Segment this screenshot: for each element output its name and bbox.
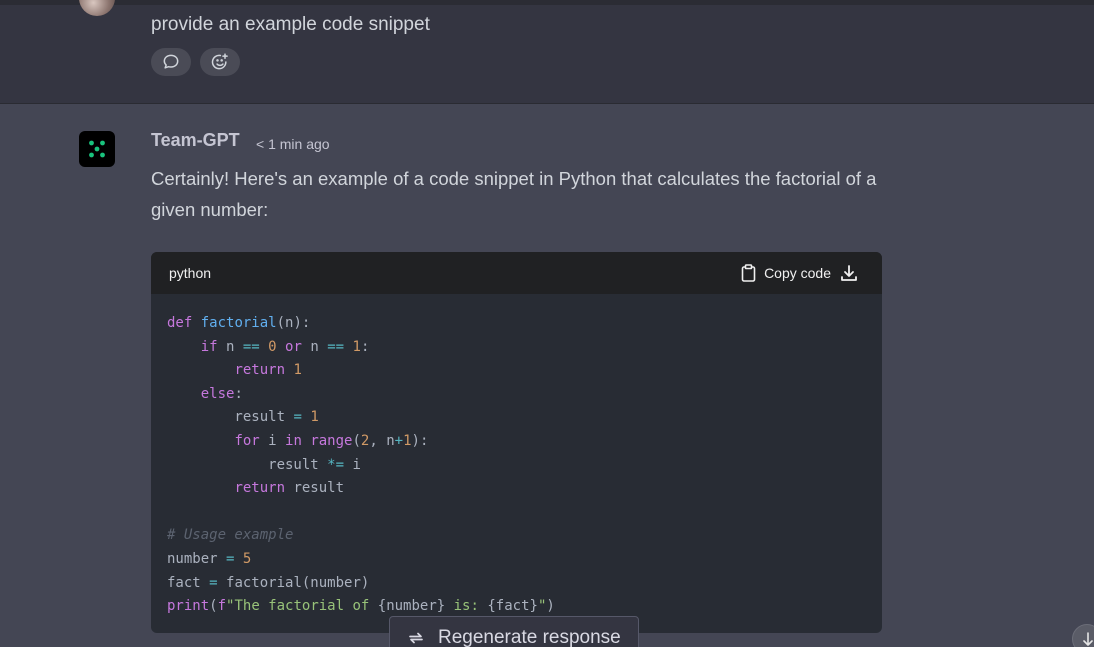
user-message-text: provide an example code snippet xyxy=(151,14,430,35)
regenerate-icon xyxy=(409,632,423,644)
comment-icon xyxy=(163,54,179,69)
comment-button[interactable] xyxy=(151,48,191,76)
clipboard-icon xyxy=(741,264,756,282)
team-gpt-logo-icon xyxy=(89,140,105,158)
assistant-name: Team-GPT xyxy=(151,130,240,150)
download-icon xyxy=(841,265,857,281)
code-content: def factorial(n): if n == 0 or n == 1: r… xyxy=(167,315,555,615)
code-block: python Copy code def factorial(n): if n … xyxy=(151,252,882,633)
code-block-header: python Copy code xyxy=(151,252,882,294)
regenerate-label: Regenerate response xyxy=(438,627,621,647)
copy-code-button[interactable]: Copy code xyxy=(741,264,831,282)
code-language-label: python xyxy=(169,265,212,281)
assistant-message-text: Certainly! Here's an example of a code s… xyxy=(151,168,877,220)
arrow-down-icon xyxy=(1083,632,1093,646)
add-reaction-icon xyxy=(211,53,228,70)
add-reaction-button[interactable] xyxy=(200,48,240,76)
regenerate-response-button[interactable]: Regenerate response xyxy=(389,616,639,647)
copy-code-label: Copy code xyxy=(764,265,831,281)
user-avatar xyxy=(79,0,115,16)
user-message: provide an example code snippet xyxy=(0,0,1094,104)
download-code-button[interactable] xyxy=(840,264,858,282)
scroll-to-bottom-button[interactable] xyxy=(1072,624,1094,647)
team-gpt-avatar xyxy=(79,131,115,167)
message-timestamp: < 1 min ago xyxy=(256,136,330,152)
